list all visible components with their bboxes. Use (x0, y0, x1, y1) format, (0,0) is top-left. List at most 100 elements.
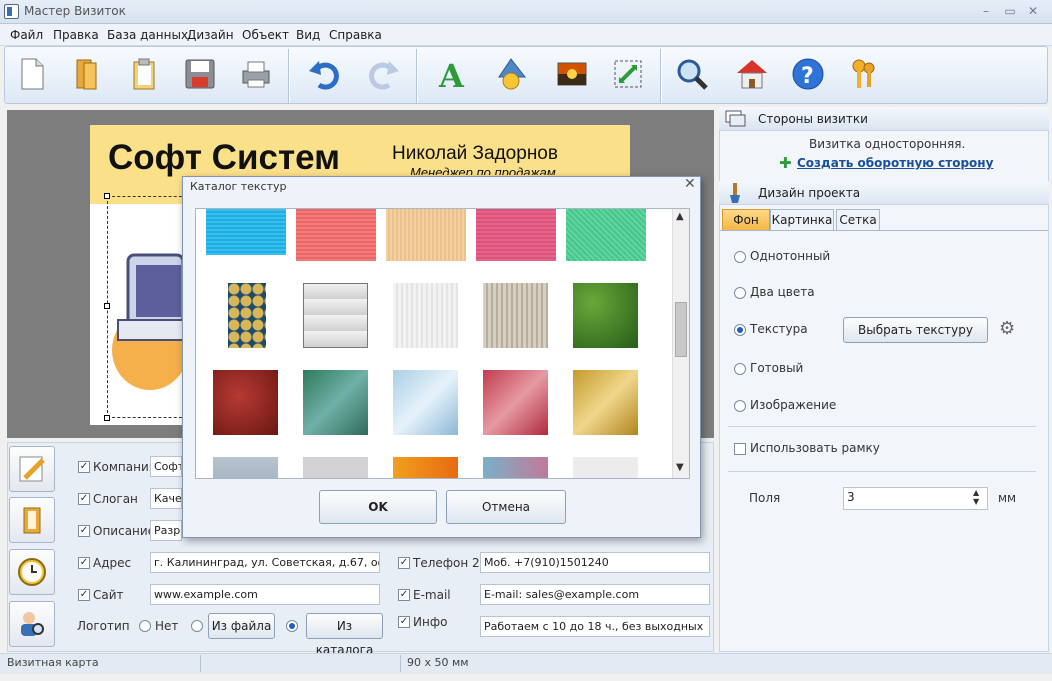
bg-solid-radio[interactable] (734, 251, 746, 263)
slogan-checkbox[interactable]: ✓ (78, 493, 90, 505)
email-input[interactable]: E-mail: sales@example.com (480, 584, 710, 605)
new-file-button[interactable] (11, 53, 53, 95)
spinner-arrows-icon[interactable]: ▲ ▼ (973, 488, 979, 506)
texture-tile[interactable] (573, 283, 638, 348)
card-position[interactable]: Менеджер по продажам (410, 165, 556, 175)
create-back-side-link[interactable]: Создать оборотную сторону (797, 156, 993, 170)
gear-icon[interactable]: ⚙ (999, 318, 1015, 339)
texture-tile[interactable] (483, 370, 548, 435)
minimize-button[interactable]: – (975, 3, 997, 19)
phone2-checkbox[interactable]: ✓ (398, 557, 410, 569)
maximize-button[interactable]: ▭ (999, 3, 1021, 19)
resize-handle[interactable] (104, 415, 110, 421)
resize-handle[interactable] (104, 193, 110, 199)
tab-background[interactable]: Фон (722, 209, 770, 231)
choose-texture-button[interactable]: Выбрать текстуру (843, 317, 988, 343)
tab-grid[interactable]: Сетка (836, 209, 880, 231)
menu-file[interactable]: Файл (10, 28, 43, 42)
help-button[interactable]: ? (787, 53, 829, 95)
print-button[interactable] (235, 53, 277, 95)
texture-tile[interactable] (483, 457, 548, 478)
texture-tile[interactable] (393, 370, 458, 435)
texture-tile[interactable] (303, 370, 368, 435)
texture-tile[interactable] (213, 370, 278, 435)
menu-database[interactable]: База данных (107, 28, 188, 42)
add-image-button[interactable] (551, 53, 593, 95)
texture-tile[interactable] (206, 209, 286, 255)
redo-button[interactable] (363, 53, 405, 95)
texture-tile[interactable] (393, 457, 458, 478)
resize-button[interactable] (607, 53, 649, 95)
open-button[interactable] (65, 53, 107, 95)
scroll-thumb[interactable] (675, 302, 687, 357)
phone2-input[interactable]: Моб. +7(910)1501240 (480, 552, 710, 573)
scroll-up-icon[interactable]: ▲ (676, 211, 684, 222)
logo-none-radio[interactable] (139, 620, 151, 632)
edit-text-button[interactable] (9, 446, 55, 492)
use-frame-checkbox[interactable] (734, 443, 746, 455)
close-window-button[interactable]: ✕ (1022, 3, 1044, 19)
texture-grid[interactable] (195, 208, 690, 479)
menu-edit[interactable]: Правка (53, 28, 99, 42)
bg-two-colors-radio[interactable] (734, 287, 746, 299)
texture-tile[interactable] (303, 283, 368, 348)
resize-handle[interactable] (104, 303, 110, 309)
texture-scrollbar[interactable]: ▲ ▼ (672, 209, 689, 478)
texture-tile[interactable] (393, 283, 458, 348)
address-input[interactable]: г. Калининград, ул. Советская, д.67, оф.… (150, 552, 380, 573)
undo-button[interactable] (303, 53, 345, 95)
bg-texture-radio[interactable] (734, 324, 746, 336)
address-checkbox[interactable]: ✓ (78, 557, 90, 569)
texture-tile[interactable] (573, 457, 638, 478)
book-button[interactable] (9, 497, 55, 543)
dialog-close-button[interactable]: ✕ (684, 176, 696, 192)
dialog-cancel-button[interactable]: Отмена (446, 490, 566, 524)
scroll-down-icon[interactable]: ▼ (676, 462, 684, 473)
logo-file-radio[interactable] (191, 620, 203, 632)
menu-design[interactable]: Дизайн (187, 28, 234, 42)
texture-tile[interactable] (566, 209, 646, 261)
selection-box[interactable] (107, 196, 187, 418)
toolbar-separator (660, 49, 661, 103)
menu-help[interactable]: Справка (329, 28, 382, 42)
company-input[interactable]: Софт (150, 456, 182, 477)
description-input[interactable]: Разра (150, 520, 182, 541)
bg-ready-radio[interactable] (734, 363, 746, 375)
info-input[interactable]: Работаем с 10 до 18 ч., без выходных (480, 616, 710, 637)
texture-tile[interactable] (296, 209, 376, 261)
site-checkbox[interactable]: ✓ (78, 589, 90, 601)
search-contact-button[interactable] (9, 601, 55, 647)
logo-from-catalog-button[interactable]: Из каталога (306, 613, 383, 657)
texture-tile[interactable] (573, 370, 638, 435)
logo-from-file-button[interactable]: Из файла (208, 613, 275, 639)
add-shape-button[interactable] (491, 53, 533, 95)
texture-tile[interactable] (483, 283, 548, 348)
add-text-button[interactable]: A (431, 53, 473, 95)
tab-picture[interactable]: Картинка (770, 209, 834, 231)
slogan-input[interactable]: Каче (150, 488, 182, 509)
dialog-ok-button[interactable]: OK (319, 490, 437, 524)
card-person-name[interactable]: Николай Задорнов (392, 143, 558, 165)
email-checkbox[interactable]: ✓ (398, 589, 410, 601)
texture-tile[interactable] (386, 209, 466, 261)
texture-tile[interactable] (303, 457, 368, 478)
site-input[interactable]: www.example.com (150, 584, 380, 605)
texture-tile[interactable] (228, 283, 266, 348)
texture-tile[interactable] (476, 209, 556, 261)
margins-spinner[interactable]: 3 (843, 487, 988, 510)
card-company-name[interactable]: Софт Систем (108, 138, 340, 178)
preview-button[interactable] (671, 53, 713, 95)
clock-button[interactable] (9, 549, 55, 595)
register-button[interactable] (843, 53, 885, 95)
logo-catalog-radio[interactable] (286, 620, 298, 632)
bg-image-radio[interactable] (734, 400, 746, 412)
texture-tile[interactable] (213, 457, 278, 478)
home-button[interactable] (731, 53, 773, 95)
description-checkbox[interactable]: ✓ (78, 525, 90, 537)
menu-view[interactable]: Вид (296, 28, 320, 42)
save-button[interactable] (179, 53, 221, 95)
company-checkbox[interactable]: ✓ (78, 461, 90, 473)
menu-object[interactable]: Объект (242, 28, 289, 42)
clipboard-button[interactable] (123, 53, 165, 95)
info-checkbox[interactable]: ✓ (398, 616, 410, 628)
